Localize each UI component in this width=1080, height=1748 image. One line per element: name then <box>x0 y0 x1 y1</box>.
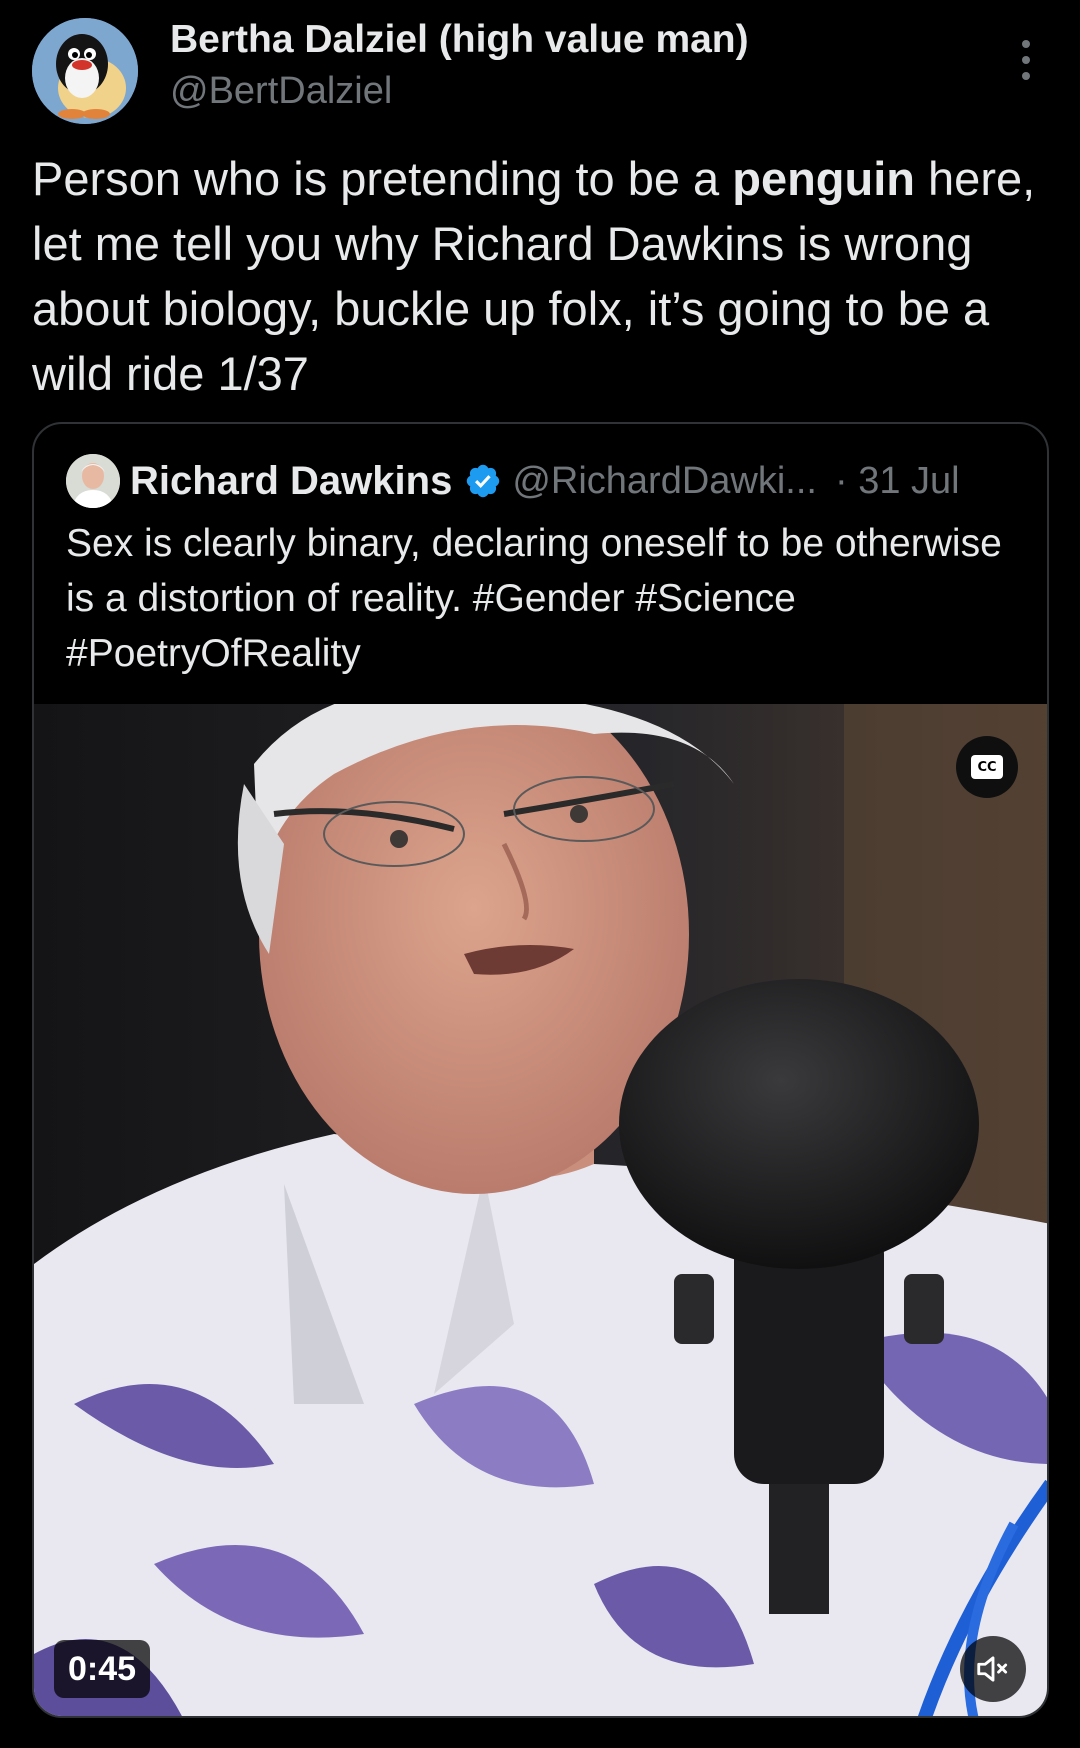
closed-captions-icon: CC <box>971 755 1003 779</box>
quoted-author-name[interactable]: Richard Dawkins <box>130 459 452 504</box>
quoted-author-handle[interactable]: @RichardDawki... <box>512 460 817 503</box>
quoted-tweet-date[interactable]: · 31 Jul <box>835 460 960 503</box>
tweet-text-start: Person who is pretending to be a <box>32 152 733 205</box>
volume-muted-icon <box>977 1656 1008 1682</box>
more-dot <box>1022 72 1030 80</box>
quoted-tweet-meta: Richard Dawkins @RichardDawki... · 31 Ju… <box>130 452 1030 510</box>
video-duration: 0:45 <box>54 1640 151 1698</box>
video-frame <box>34 704 1047 1716</box>
author-handle[interactable]: @BertDalziel <box>170 70 392 113</box>
tweet-text: Person who is pretending to be a penguin… <box>32 146 1042 406</box>
author-name[interactable]: Bertha Dalziel (high value man) <box>170 18 749 62</box>
author-avatar[interactable] <box>32 18 138 124</box>
closed-captions-button[interactable]: CC <box>956 736 1018 798</box>
more-dot <box>1022 40 1030 48</box>
tweet[interactable]: Bertha Dalziel (high value man) @BertDal… <box>0 0 1080 1748</box>
quoted-author-avatar[interactable] <box>66 454 120 508</box>
quoted-tweet-text: Sex is clearly binary, declaring oneself… <box>66 522 1002 675</box>
tweet-text-bold: penguin <box>732 152 915 205</box>
mute-button[interactable] <box>960 1636 1026 1702</box>
video-player[interactable]: CC 0:45 <box>34 704 1047 1716</box>
more-dot <box>1022 56 1030 64</box>
more-options-icon[interactable] <box>1008 40 1044 80</box>
verified-badge-icon <box>467 464 500 498</box>
quoted-tweet-card[interactable]: Richard Dawkins @RichardDawki... · 31 Ju… <box>32 422 1049 1718</box>
